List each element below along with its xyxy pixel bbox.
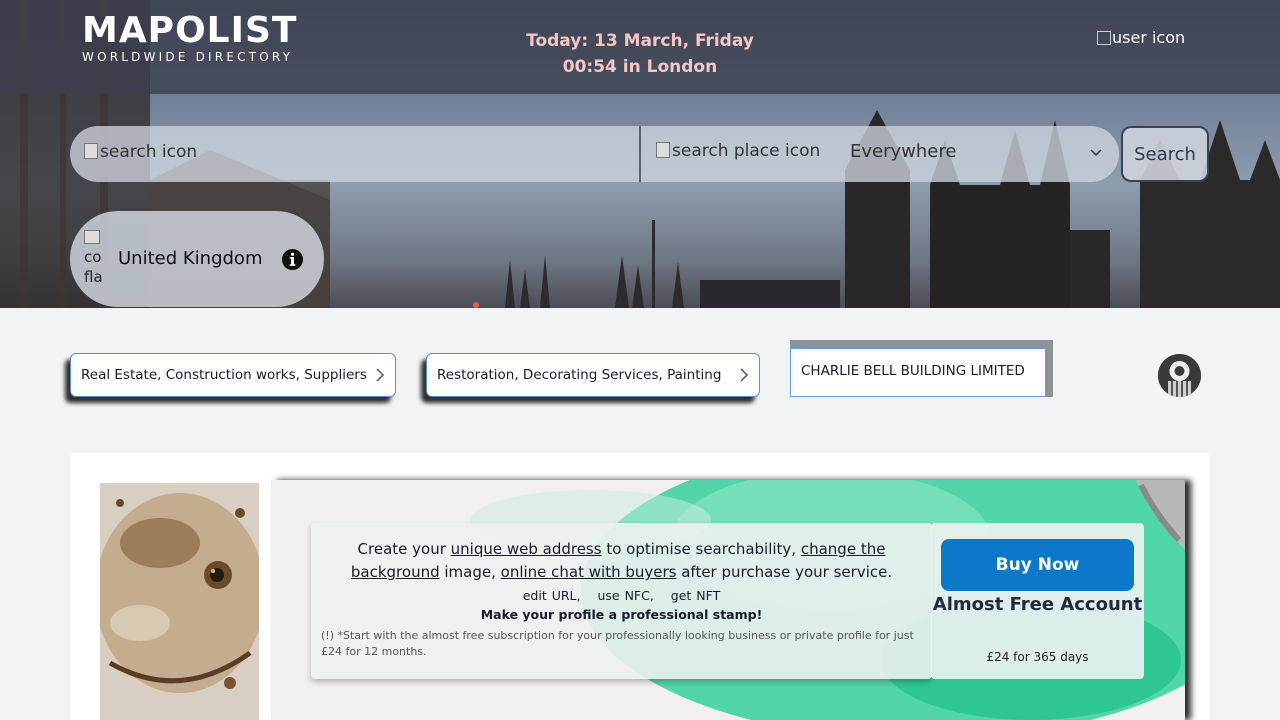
category-label: Real Estate, Construction works, Supplie… — [81, 367, 367, 383]
search-icon — [84, 143, 98, 159]
buy-panel: Buy Now Almost Free Account £24 for 365 … — [931, 523, 1144, 679]
broken-image-icon — [84, 230, 100, 244]
flag-alt-text: co fla — [84, 248, 103, 286]
search-place-icon-alt: search place icon — [672, 141, 821, 161]
chevron-down-icon[interactable] — [1090, 146, 1102, 158]
promo-text-1: Create your — [357, 540, 451, 558]
plan-price: £24 for 365 days — [986, 650, 1089, 664]
search-input[interactable]: search icon — [84, 142, 197, 162]
buy-now-button[interactable]: Buy Now — [941, 539, 1134, 591]
mud-face-image — [100, 483, 259, 720]
category-link-real-estate[interactable]: Real Estate, Construction works, Supplie… — [70, 353, 396, 397]
chevron-right-icon — [376, 368, 385, 382]
chevron-right-icon — [740, 368, 749, 382]
logo-title: MAPOLIST — [82, 10, 298, 51]
country-name: United Kingdom — [118, 248, 263, 269]
promo-text-4: after purchase your service. — [676, 563, 893, 581]
option-get-nft: get NFT — [670, 588, 721, 603]
category-link-restoration[interactable]: Restoration, Decorating Services, Painti… — [426, 353, 760, 397]
promo-text-2: to optimise searchability, — [601, 540, 801, 558]
search-bar — [70, 126, 1119, 182]
search-place-icon: search place icon — [656, 141, 820, 161]
promo-panel: Create your unique web address to optimi… — [311, 523, 932, 679]
online-chat-link[interactable]: online chat with buyers — [501, 563, 677, 581]
promo-options: edit URL, use NFC, get NFT — [311, 588, 932, 603]
plan-title: Almost Free Account — [932, 594, 1143, 615]
promo-text-3: image, — [439, 563, 501, 581]
place-icon — [656, 142, 670, 158]
search-divider — [639, 126, 641, 182]
user-icon[interactable]: user icon — [1097, 28, 1185, 47]
avatar-image — [1158, 354, 1201, 397]
unique-web-address-link[interactable]: unique web address — [451, 540, 602, 558]
logo-subtitle: WORLDWIDE DIRECTORY — [82, 50, 294, 64]
promo-note: (!) *Start with the almost free subscrip… — [321, 629, 914, 658]
category-label: Restoration, Decorating Services, Painti… — [437, 367, 722, 383]
search-button[interactable]: Search — [1121, 126, 1209, 182]
profile-image — [100, 483, 259, 720]
site-logo[interactable]: MAPOLIST WORLDWIDE DIRECTORY — [82, 10, 298, 65]
broken-image-icon — [1097, 31, 1111, 45]
date-text: Today: 13 March, Friday — [526, 31, 754, 51]
option-use-nfc: use NFC, — [597, 588, 654, 603]
search-icon-alt: search icon — [100, 142, 198, 162]
business-name[interactable]: CHARLIE BELL BUILDING LIMITED — [790, 348, 1046, 397]
avatar[interactable] — [1158, 354, 1201, 397]
location-select[interactable]: Everywhere — [850, 141, 956, 162]
time-text: 00:54 in London — [562, 57, 718, 77]
option-edit-url: edit URL, — [522, 588, 581, 603]
user-icon-alt: user icon — [1112, 28, 1186, 47]
promo-headline: Make your profile a professional stamp! — [480, 607, 763, 622]
country-flag-icon: co fla — [84, 227, 108, 287]
info-icon[interactable] — [281, 248, 304, 271]
date-time-display: Today: 13 March, Friday 00:54 in London — [480, 28, 800, 80]
promo-text: Create your unique web address to optimi… — [341, 538, 902, 584]
